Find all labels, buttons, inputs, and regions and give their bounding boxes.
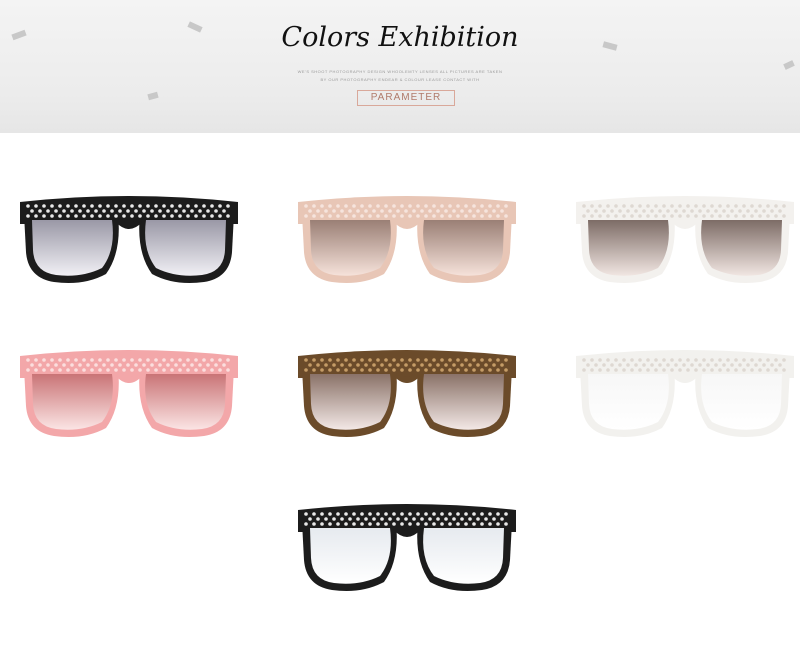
parameter-button[interactable]: PARAMETER	[357, 90, 455, 106]
product-sunglasses-champagne[interactable]	[292, 192, 522, 288]
sunglasses-image	[298, 504, 516, 591]
page-title: Colors Exhibition	[281, 22, 519, 53]
product-sunglasses-black-clear[interactable]	[292, 500, 522, 596]
product-sunglasses-black-gray[interactable]	[14, 192, 244, 288]
product-sunglasses-leopard[interactable]	[292, 346, 522, 442]
sunglasses-image	[298, 196, 516, 283]
paper-shard-decoration	[147, 91, 159, 101]
colors-exhibition-banner: Colors Exhibition WE'S SHOOT PHOTOGRAPHY…	[0, 0, 800, 133]
sunglasses-image	[20, 196, 238, 283]
product-sunglasses-white-clear[interactable]	[570, 346, 800, 442]
product-sunglasses-white-brown[interactable]	[570, 192, 800, 288]
product-sunglasses-pink[interactable]	[14, 346, 244, 442]
banner-caption-line: WE'S SHOOT PHOTOGRAPHY DESIGN WHOOLEMTY …	[297, 69, 503, 74]
sunglasses-image	[298, 350, 516, 437]
sunglasses-image	[576, 350, 794, 437]
sunglasses-image	[20, 350, 238, 437]
sunglasses-image	[576, 196, 794, 283]
banner-caption-line: BY OUR PHOTOGRAPHY ENDEAR & COLOUR LEASE…	[320, 77, 480, 82]
